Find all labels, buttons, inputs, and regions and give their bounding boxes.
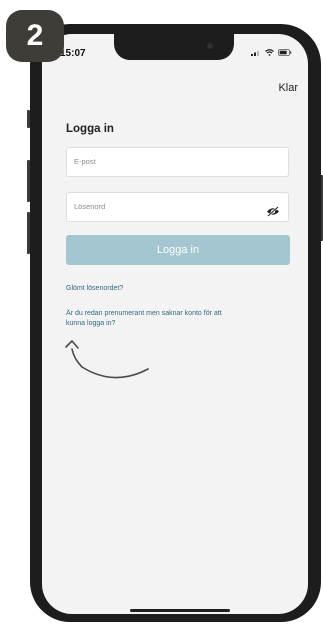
curved-arrow-icon — [65, 340, 149, 379]
status-time: 15:07 — [60, 48, 86, 59]
forgot-password-link[interactable]: Glömt lösenordet? — [66, 284, 123, 294]
login-button[interactable]: Logga in — [66, 235, 290, 265]
battery-icon — [278, 49, 292, 56]
page-title: Logga in — [66, 123, 114, 135]
subscriber-link[interactable]: Är du redan prenumerant men saknar konto… — [66, 309, 222, 329]
status-icons — [251, 49, 292, 56]
email-input[interactable]: E-post — [66, 147, 289, 177]
home-indicator — [130, 609, 230, 612]
subscriber-link-line1: Är du redan prenumerant men saknar konto… — [66, 310, 222, 317]
password-placeholder: Lösenord — [74, 202, 106, 211]
done-button[interactable]: Klar — [278, 82, 298, 94]
subscriber-link-line2: kunna logga in? — [66, 320, 116, 327]
step-badge: 2 — [6, 10, 64, 62]
phone-screen: 15:07 Klar Logga in E-post Lösenord Logg… — [42, 34, 308, 614]
password-input[interactable]: Lösenord — [66, 192, 289, 222]
camera-dot — [207, 43, 213, 49]
eye-off-icon[interactable] — [266, 201, 280, 229]
email-placeholder: E-post — [74, 157, 96, 166]
notch — [114, 34, 234, 60]
wifi-icon — [265, 49, 274, 56]
signal-icon — [251, 51, 259, 56]
